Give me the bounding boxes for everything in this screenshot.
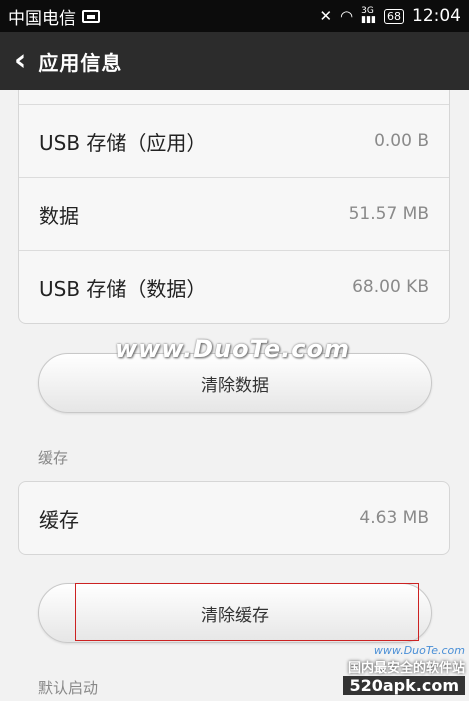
watermark-corner: www.DuoTe.com 国内最安全的软件站 520apk.com [325, 644, 465, 695]
clock-label: 12:04 [412, 6, 461, 26]
storage-row-data: 数据 51.57 MB [19, 178, 449, 251]
row-label: USB 存储（应用） [39, 130, 207, 155]
watermark-tagline: 国内最安全的软件站 [347, 661, 465, 676]
notification-image-icon [82, 9, 100, 23]
app-header: ‹ 应用信息 [0, 32, 469, 90]
page-title: 应用信息 [38, 50, 123, 75]
cache-card: 缓存 4.63 MB [18, 481, 450, 555]
back-arrow-icon[interactable]: ‹ [14, 46, 26, 76]
storage-card: USB 存储（应用） 0.00 B 数据 51.57 MB USB 存储（数据）… [18, 90, 450, 324]
signal-icon: 3G ▮▮▮ [361, 6, 376, 25]
wifi-icon: ◠ [340, 7, 354, 25]
battery-icon: 68 [384, 8, 404, 24]
row-value: 0.00 B [374, 131, 429, 151]
watermark-duote: www.DuoTe.com [115, 335, 350, 363]
watermark-site: 520apk.com [343, 676, 465, 695]
row-label: 数据 [39, 203, 79, 228]
row-value: 68.00 KB [352, 277, 429, 297]
default-launch-section-title: 默认启动 [38, 679, 99, 697]
storage-row-usb-app: USB 存储（应用） 0.00 B [19, 105, 449, 178]
cache-section-title: 缓存 [38, 449, 69, 467]
storage-row-usb-data: USB 存储（数据） 68.00 KB [19, 251, 449, 323]
row-value: 51.57 MB [348, 204, 429, 224]
cache-row-value: 4.63 MB [359, 508, 429, 528]
watermark-small-url: www.DuoTe.com [373, 644, 465, 657]
highlight-annotation-box [75, 583, 419, 641]
mute-icon: ✕ [319, 7, 333, 25]
row-label: USB 存储（数据） [39, 276, 207, 301]
cache-row-label: 缓存 [39, 507, 79, 532]
carrier-label: 中国电信 [8, 8, 76, 29]
status-bar: 中国电信 ✕ ◠ 3G ▮▮▮ 68 12:04 [0, 0, 469, 32]
